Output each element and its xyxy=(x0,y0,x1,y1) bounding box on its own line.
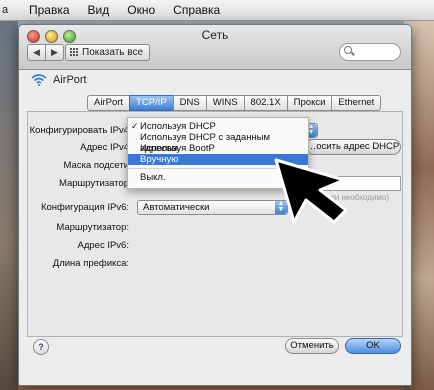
configure-ipv6-popup[interactable]: Автоматически ▲ ▼ xyxy=(137,200,288,215)
pointer-arrow-icon xyxy=(274,158,348,224)
tab-proxies[interactable]: Прокси xyxy=(286,95,333,111)
prefix-length-label: Длина префикса: xyxy=(52,258,129,269)
back-button[interactable]: ◀ xyxy=(27,44,46,61)
search-icon xyxy=(344,46,352,54)
tab-bar: AirPort TCP/IP DNS WINS 802.1X Прокси Et… xyxy=(87,95,382,111)
ipv6-router-label: Маршрутизатор: xyxy=(56,222,129,233)
desktop-background-left xyxy=(0,20,18,390)
help-button[interactable]: ? xyxy=(33,339,49,355)
menu-item-dhcp-manual-address[interactable]: Используя DHCP с заданным адресом xyxy=(128,132,308,154)
ipv4-address-label: Адрес IPv4 xyxy=(80,142,129,153)
interface-header: AirPort xyxy=(31,74,87,86)
router-label: Маршрутизатор xyxy=(58,178,129,189)
cancel-button[interactable]: Отменить xyxy=(285,338,339,354)
subnet-mask-label: Маска подсети xyxy=(63,160,129,171)
menu-view[interactable]: Вид xyxy=(79,0,119,20)
menu-item-dhcp[interactable]: ✓ Используя DHCP xyxy=(128,121,308,132)
window-title: Сеть xyxy=(201,28,229,42)
network-preferences-window: Сеть ◀ ▶ Показать все AirPort AirPort TC… xyxy=(18,24,412,386)
ok-button[interactable]: OK xyxy=(345,338,401,354)
show-all-button[interactable]: Показать все xyxy=(65,44,151,61)
menu-bar: а Правка Вид Окно Справка xyxy=(0,0,434,21)
menu-help[interactable]: Справка xyxy=(164,0,229,20)
show-all-label: Показать все xyxy=(82,47,144,58)
tab-tcpip[interactable]: TCP/IP xyxy=(129,95,174,111)
menu-item-bootp[interactable]: Используя BootP xyxy=(128,143,308,154)
ipv6-address-label: Адрес IPv6: xyxy=(77,240,130,251)
tab-8021x[interactable]: 802.1X xyxy=(243,95,288,111)
nav-buttons: ◀ ▶ xyxy=(27,44,64,61)
configure-ipv4-label: Конфигурировать IPv4 xyxy=(29,125,129,136)
apple-menu[interactable]: а xyxy=(0,0,20,20)
title-bar: Сеть ◀ ▶ Показать все xyxy=(19,25,411,70)
tab-dns[interactable]: DNS xyxy=(172,95,207,111)
grid-icon xyxy=(70,48,79,57)
menu-window[interactable]: Окно xyxy=(118,0,164,20)
ipv6-value: Автоматически xyxy=(143,202,210,213)
forward-button[interactable]: ▶ xyxy=(46,44,64,61)
tab-airport[interactable]: AirPort xyxy=(87,95,131,111)
tab-wins[interactable]: WINS xyxy=(205,95,245,111)
checkmark-icon: ✓ xyxy=(131,121,139,131)
search-field[interactable] xyxy=(339,43,401,61)
interface-name: AirPort xyxy=(53,74,87,86)
menu-edit[interactable]: Правка xyxy=(20,0,79,20)
wifi-icon xyxy=(31,74,47,86)
tab-ethernet[interactable]: Ethernet xyxy=(331,95,382,111)
configure-ipv6-label: Конфигурация IPv6: xyxy=(40,202,129,213)
renew-dhcp-button[interactable]: …осить адрес DHCP xyxy=(305,139,401,155)
